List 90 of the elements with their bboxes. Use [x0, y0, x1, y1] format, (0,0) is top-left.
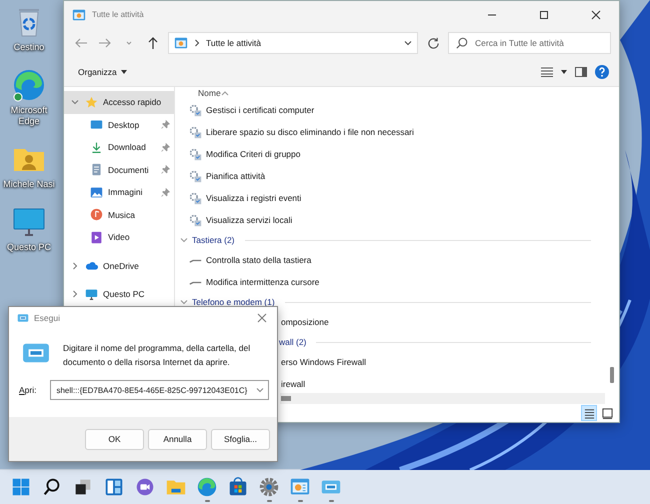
- file-item[interactable]: Visualizza i registri eventi: [206, 193, 302, 203]
- view-toggle-button[interactable]: [581, 405, 597, 421]
- nav-item[interactable]: Questo PC: [64, 283, 174, 306]
- expand-chevron-icon[interactable]: [71, 262, 79, 270]
- column-header[interactable]: Nome: [198, 88, 221, 98]
- nav-item[interactable]: Musica: [64, 204, 174, 226]
- preview-pane-icon[interactable]: [575, 67, 587, 77]
- collapse-chevron-icon[interactable]: [180, 298, 188, 306]
- caret-icon[interactable]: [561, 70, 567, 74]
- desktop-icon: [90, 118, 103, 132]
- run-icon: [21, 341, 51, 365]
- search-field[interactable]: Cerca in Tutte le attività: [448, 32, 611, 54]
- cloud-icon: [85, 259, 98, 272]
- pin-icon: [161, 120, 170, 130]
- document-icon: [90, 163, 103, 176]
- caret-icon: [120, 70, 127, 74]
- close-icon: [591, 10, 601, 20]
- pin-icon: [161, 165, 170, 174]
- nav-item[interactable]: Documenti: [64, 158, 174, 181]
- file-item[interactable]: Modifica intermittenza cursore: [206, 277, 320, 287]
- maximize-icon: [539, 10, 549, 20]
- control-panel-icon: [72, 8, 86, 22]
- breadcrumb-chevron-icon[interactable]: [193, 39, 201, 47]
- run-icon: [17, 312, 29, 324]
- tool-icon: [189, 148, 202, 160]
- expand-chevron-icon[interactable]: [71, 98, 79, 106]
- organize-button[interactable]: Organizza: [76, 65, 129, 79]
- picture-icon: [90, 186, 103, 199]
- pin-icon: [161, 142, 170, 152]
- store-icon[interactable]: [227, 476, 249, 498]
- forward-arrow-icon[interactable]: [98, 36, 112, 50]
- dialog-button[interactable]: OK: [85, 428, 144, 450]
- horizontal-scrollbar[interactable]: [280, 393, 605, 404]
- sort-chevron-icon: [220, 90, 229, 96]
- group-header[interactable]: wall (2): [279, 337, 306, 347]
- tool-icon: [189, 192, 202, 204]
- monitor-icon: [85, 288, 98, 301]
- tool-icon: [189, 170, 202, 182]
- nav-item[interactable]: Download: [64, 136, 174, 158]
- pin-icon: [161, 188, 170, 197]
- swirl-logo-icon[interactable]: [196, 476, 218, 498]
- file-item[interactable]: Gestisci i certificati computer: [206, 105, 314, 115]
- dropdown-chevron-icon[interactable]: [404, 39, 412, 47]
- dialog-button[interactable]: Annulla: [148, 428, 207, 450]
- instruction-text: Digitare il nome del programma, della cartella, del documento o della risorsa Internet da aprire.: [63, 342, 252, 369]
- nav-item[interactable]: Desktop: [64, 114, 174, 136]
- music-icon: [90, 208, 103, 222]
- window-title: Tutte le attività: [92, 10, 145, 19]
- back-arrow-icon[interactable]: [74, 36, 88, 50]
- start-icon[interactable]: [10, 476, 32, 498]
- expand-chevron-icon[interactable]: [71, 290, 79, 298]
- tiles-view-icon: [602, 408, 612, 418]
- nav-item[interactable]: OneDrive: [64, 254, 174, 277]
- address-bar[interactable]: Tutte le attività: [168, 32, 418, 54]
- collapse-chevron-icon[interactable]: [180, 236, 188, 244]
- details-view-icon: [584, 408, 594, 418]
- file-item[interactable]: erso Windows Firewall: [281, 357, 366, 367]
- file-item[interactable]: Controlla stato della tastiera: [206, 255, 312, 265]
- chat-icon[interactable]: [134, 476, 156, 498]
- search-icon: [456, 37, 468, 49]
- control-panel-icon: [174, 36, 188, 50]
- file-item[interactable]: Liberare spazio su disco eliminando i file non necessari: [206, 127, 414, 137]
- tool-icon: [189, 104, 202, 116]
- refresh-icon[interactable]: [426, 36, 440, 50]
- file-item[interactable]: Visualizza servizi locali: [206, 215, 292, 225]
- file-item[interactable]: omposizione: [281, 317, 329, 327]
- up-arrow-icon[interactable]: [146, 36, 160, 50]
- download-icon: [90, 140, 103, 154]
- command-combo-box[interactable]: shell:::{ED7BA470-8E54-465E-825C-99712043E01C}: [50, 380, 269, 400]
- gear-icon[interactable]: [258, 476, 280, 498]
- dialog-title: Esegui: [34, 313, 61, 323]
- group-header[interactable]: Tastiera (2): [192, 235, 235, 245]
- dialog-button[interactable]: Sfoglia...: [211, 428, 270, 450]
- nav-item[interactable]: Video: [64, 226, 174, 248]
- video-icon: [90, 230, 103, 244]
- widgets-icon[interactable]: [103, 476, 125, 498]
- help-icon[interactable]: [595, 65, 609, 79]
- close-icon: [257, 313, 267, 323]
- tool-icon: [189, 126, 202, 138]
- file-item[interactable]: irewall: [281, 379, 306, 389]
- nav-item[interactable]: Immagini: [64, 181, 174, 204]
- nav-item[interactable]: Accesso rapido: [64, 91, 174, 114]
- file-item[interactable]: Modifica Criteri di gruppo: [206, 149, 300, 159]
- group-header[interactable]: Telefono e modem (1): [192, 297, 275, 307]
- star-icon: [85, 96, 98, 109]
- tool-icon: [189, 214, 202, 226]
- swirl-logo-icon[interactable]: [11, 67, 47, 103]
- view-list-icon[interactable]: [541, 67, 553, 77]
- field-label: Apri:: [19, 385, 36, 395]
- file-item[interactable]: Pianifica attività: [206, 171, 266, 181]
